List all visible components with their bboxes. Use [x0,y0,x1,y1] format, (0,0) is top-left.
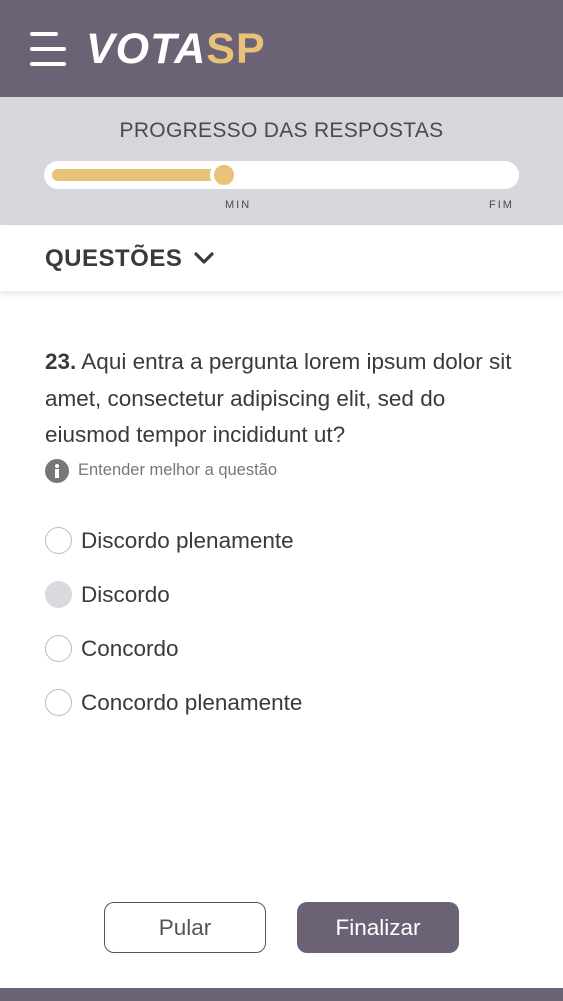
question-text: 23. Aqui entra a pergunta lorem ipsum do… [45,344,525,454]
app-logo[interactable]: VOTASP [86,26,266,72]
finish-button[interactable]: Finalizar [297,902,459,953]
progress-marker [210,161,238,189]
questions-label: QUESTÕES [45,245,183,272]
progress-end-label: FIM [489,199,514,211]
chevron-down-icon [194,252,214,264]
hint-text: Entender melhor a questão [78,461,278,479]
hamburger-icon[interactable] [30,32,66,66]
radio-button[interactable] [45,635,72,662]
option-discordo[interactable]: Discordo [45,580,505,610]
option-concordo-plenamente[interactable]: Concordo plenamente [45,688,505,718]
option-label: Concordo plenamente [81,690,303,715]
skip-button[interactable]: Pular [104,902,266,953]
progress-panel: PROGRESSO DAS RESPOSTAS MIN FIM [0,97,563,225]
radio-button[interactable] [45,689,72,716]
question-number: 23. [45,349,77,374]
bottom-bar [0,988,563,1001]
radio-button[interactable] [45,581,72,608]
option-label: Concordo [81,636,179,661]
info-icon [45,459,69,483]
top-app-bar: VOTASP [0,0,563,97]
option-discordo-plenamente[interactable]: Discordo plenamente [45,526,505,556]
logo-text-vota: VOTA [86,25,207,73]
question-body: Aqui entra a pergunta lorem ipsum dolor … [45,349,512,447]
progress-end-marker [491,161,519,189]
option-label: Discordo plenamente [81,528,294,553]
progress-title: PROGRESSO DAS RESPOSTAS [119,119,444,142]
questions-dropdown[interactable]: QUESTÕES [0,225,563,291]
logo-text-sp: SP [206,25,266,73]
option-concordo[interactable]: Concordo [45,634,505,664]
radio-button[interactable] [45,527,72,554]
progress-min-label: MIN [225,199,252,211]
option-label: Discordo [81,582,170,607]
